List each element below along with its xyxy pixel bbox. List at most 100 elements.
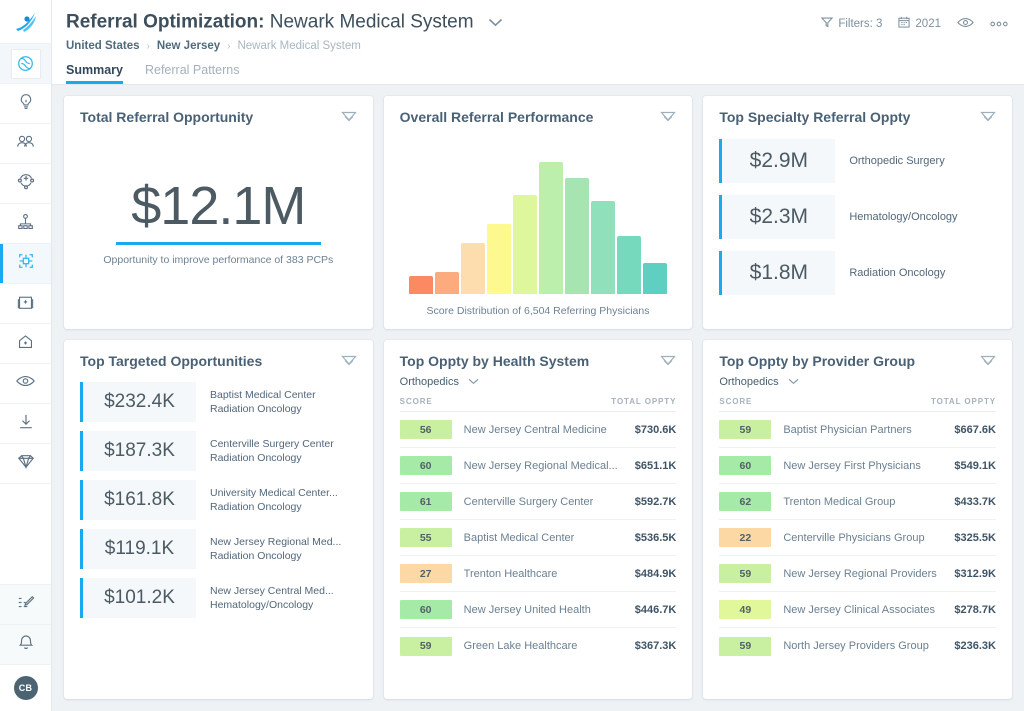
table-row[interactable]: 55 Baptist Medical Center $536.5K xyxy=(399,520,677,557)
targeted-row[interactable]: $101.2K New Jersey Central Med... Hematolo… xyxy=(80,578,357,619)
specialty-row[interactable]: $2.3M Hematology/Oncology xyxy=(719,195,996,240)
sidebar-spacer xyxy=(0,484,51,585)
sidebar-item-network[interactable] xyxy=(0,164,51,204)
specialty-list: $2.9M Orthopedic Surgery $2.3M Hematology/O… xyxy=(719,139,996,296)
table-row[interactable]: 60 New Jersey First Physicians $549.1K xyxy=(719,448,996,485)
column-header-score: SCORE xyxy=(719,397,753,407)
org-hierarchy-icon xyxy=(17,213,34,235)
specialty-label: Hematology/Oncology xyxy=(849,211,958,224)
targeted-label: New Jersey Regional Med... Radiation Onco… xyxy=(210,535,341,563)
chevron-down-icon[interactable] xyxy=(488,12,503,33)
table-row[interactable]: 59 Baptist Physician Partners $667.6K xyxy=(719,412,996,449)
sidebar-item-insights[interactable] xyxy=(0,84,51,124)
sidebar-item-visibility[interactable] xyxy=(0,364,51,404)
targeted-row[interactable]: $161.8K University Medical Center... Radia… xyxy=(80,480,357,521)
histogram-bar xyxy=(512,194,537,295)
avatar: CB xyxy=(13,676,38,700)
sidebar-item-referral-flow[interactable] xyxy=(0,44,51,84)
collapse-icon[interactable] xyxy=(660,109,677,125)
app-root: CB Referral Optimization: Newark Medical… xyxy=(0,0,1024,711)
card-title: Top Specialty Referral Oppty xyxy=(719,109,911,126)
table-row[interactable]: 59 New Jersey Regional Providers $312.9K xyxy=(719,556,996,593)
table-row[interactable]: 60 New Jersey Regional Medical... $651.1K xyxy=(399,448,677,485)
breadcrumb-item-1[interactable]: New Jersey xyxy=(157,40,220,52)
specialty-filter-value: Orthopedics xyxy=(719,376,779,389)
table-row[interactable]: 59 Green Lake Healthcare $367.3K xyxy=(399,628,676,664)
more-options-button[interactable] xyxy=(990,18,1008,30)
targeted-label: Baptist Medical Center Radiation Oncology xyxy=(210,388,316,416)
tab-referral-patterns[interactable]: Referral Patterns xyxy=(145,63,239,84)
specialty-row[interactable]: $2.9M Orthopedic Surgery xyxy=(719,139,996,184)
eye-icon xyxy=(957,17,974,31)
tab-summary[interactable]: Summary xyxy=(66,63,123,85)
sidebar-item-notifications[interactable] xyxy=(0,625,51,665)
entity-name: New Jersey First Physicians xyxy=(783,459,921,472)
specialty-amount: $1.8M xyxy=(719,251,836,296)
histogram-bar xyxy=(460,242,485,295)
card-total-referral-opportunity: Total Referral Opportunity $12.1M Opport… xyxy=(64,96,373,330)
card-top-oppty-health-system: Top Oppty by Health System Orthopedics S… xyxy=(383,340,693,699)
card-title: Total Referral Opportunity xyxy=(80,109,254,126)
table-row[interactable]: 27 Trenton Healthcare $484.9K xyxy=(399,556,677,593)
collapse-icon[interactable] xyxy=(980,353,996,369)
targeted-amount: $119.1K xyxy=(80,529,196,570)
user-menu[interactable]: CB xyxy=(0,665,51,711)
referral-flow-icon xyxy=(10,48,41,79)
targeted-entity-name: New Jersey Central Med... xyxy=(210,585,334,598)
sidebar-item-hierarchy[interactable] xyxy=(0,204,51,244)
table-row[interactable]: 49 New Jersey Clinical Associates $278.7K xyxy=(719,592,996,629)
table-row[interactable]: 56 New Jersey Central Medicine $730.6K xyxy=(399,412,677,449)
histogram-bar xyxy=(408,275,433,295)
targeted-entity-name: University Medical Center... xyxy=(210,487,338,500)
total-oppty-value: $236.3K xyxy=(954,640,996,653)
specialty-filter-dropdown[interactable]: Orthopedics xyxy=(719,376,996,388)
network-share-icon xyxy=(17,172,35,195)
targeted-row[interactable]: $119.1K New Jersey Regional Med... Radiati… xyxy=(80,529,357,570)
year-button[interactable]: 2021 xyxy=(898,16,941,31)
specialty-filter-dropdown[interactable]: Orthopedics xyxy=(400,376,677,388)
sidebar-item-edit-list[interactable] xyxy=(0,585,51,625)
breadcrumb-item-0[interactable]: United States xyxy=(66,40,140,52)
sidebar-item-premium[interactable] xyxy=(0,444,51,484)
score-badge: 22 xyxy=(719,528,772,548)
health-system-table: 56 New Jersey Central Medicine $730.6K 60 Ne… xyxy=(399,412,677,664)
breadcrumb: United States › New Jersey › Newark Medi… xyxy=(66,40,1008,52)
targeted-list: $232.4K Baptist Medical Center Radiation O… xyxy=(80,382,357,619)
targeted-row[interactable]: $187.3K Centerville Surgery Center Radiati… xyxy=(80,431,357,472)
table-row[interactable]: 61 Centerville Surgery Center $592.7K xyxy=(399,484,677,521)
histogram-bar xyxy=(590,201,615,295)
chevron-down-icon xyxy=(468,376,479,388)
people-group-icon xyxy=(16,134,35,154)
sidebar-item-referral-optimization[interactable] xyxy=(0,244,51,284)
entity-name: New Jersey Regional Providers xyxy=(783,567,937,580)
table-row[interactable]: 60 New Jersey United Health $446.7K xyxy=(399,592,677,629)
lightbulb-icon xyxy=(18,93,34,115)
targeted-amount: $161.8K xyxy=(80,480,196,521)
edit-list-icon xyxy=(17,594,35,616)
table-row[interactable]: 22 Centerville Physicians Group $325.5K xyxy=(719,520,996,557)
targeted-row[interactable]: $232.4K Baptist Medical Center Radiation O… xyxy=(80,382,357,423)
eye-icon xyxy=(16,374,35,393)
targeted-entity-name: Centerville Surgery Center xyxy=(210,438,334,451)
total-oppty-value: $278.7K xyxy=(954,603,996,616)
targeted-specialty: Radiation Oncology xyxy=(210,403,302,416)
table-row[interactable]: 59 North Jersey Providers Group $236.3K xyxy=(719,628,996,664)
collapse-icon[interactable] xyxy=(340,109,357,125)
sidebar-item-downloads[interactable] xyxy=(0,404,51,444)
visibility-toggle[interactable] xyxy=(957,17,974,31)
collapse-icon[interactable] xyxy=(980,109,996,125)
sidebar-item-patients[interactable] xyxy=(0,124,51,164)
filters-button[interactable]: Filters: 3 xyxy=(821,17,882,31)
download-icon xyxy=(18,413,34,435)
table-row[interactable]: 62 Trenton Medical Group $433.7K xyxy=(719,484,996,521)
sidebar-item-hospitals[interactable] xyxy=(0,284,51,324)
specialty-filter-value: Orthopedics xyxy=(399,376,459,389)
collapse-icon[interactable] xyxy=(340,353,357,369)
sidebar-item-home-health[interactable] xyxy=(0,324,51,364)
app-logo-icon[interactable] xyxy=(0,0,51,44)
hospital-icon xyxy=(17,293,34,315)
specialty-row[interactable]: $1.8M Radiation Oncology xyxy=(719,251,996,296)
histogram-bar xyxy=(434,271,459,295)
entity-name: New Jersey Regional Medical... xyxy=(463,459,618,472)
collapse-icon[interactable] xyxy=(660,353,677,369)
